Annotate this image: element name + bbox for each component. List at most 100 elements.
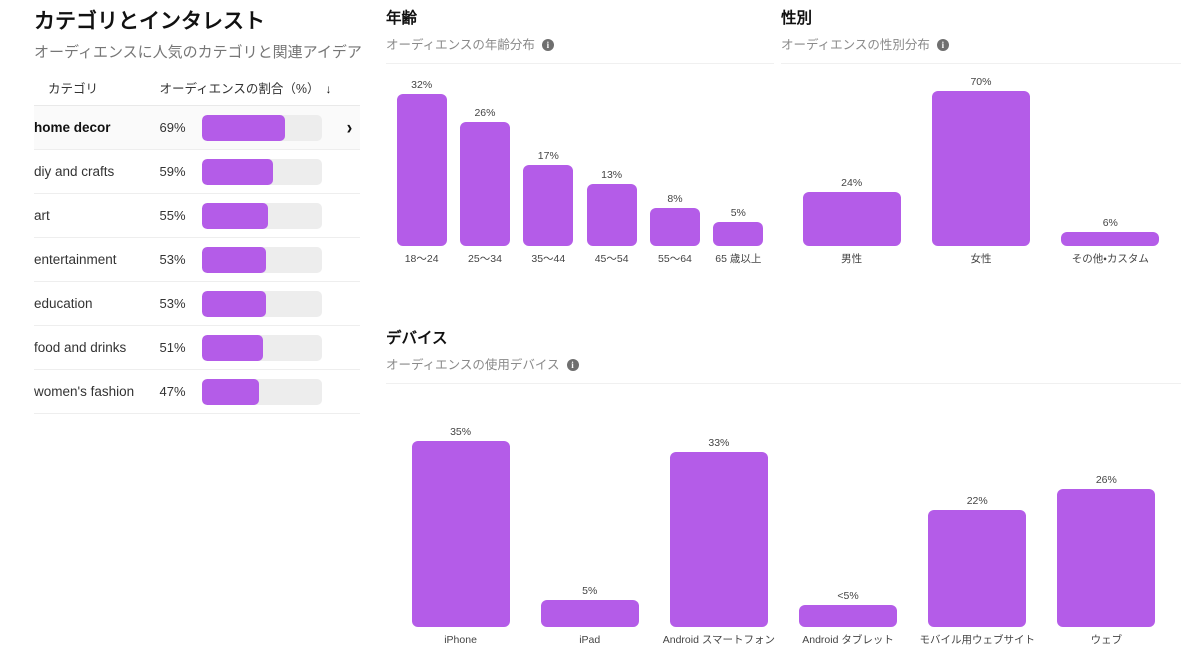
- bar-group: 6% その他・カスタム: [1050, 76, 1170, 266]
- bar-category-label: 65 歳以上: [715, 253, 762, 265]
- category-bar-track: [202, 246, 323, 273]
- table-header-row: カテゴリ オーディエンスの割合（%） ↓: [34, 78, 360, 106]
- bar-value-label: 6%: [1102, 217, 1118, 229]
- bar-rect[interactable]: [540, 600, 639, 627]
- bar-group: 22% モバイル用ウェブサイト: [913, 402, 1041, 647]
- category-bar-fill: [202, 334, 264, 361]
- info-icon[interactable]: i: [541, 39, 554, 51]
- gender-section: 性別 オーディエンスの性別分布 i 24% 男性 70% 女性 6% その他・カスタム: [781, 8, 1181, 266]
- age-section-subtitle-row: オーディエンスの年齢分布 i: [386, 37, 774, 53]
- bar-rect[interactable]: [713, 222, 764, 246]
- device-section-title: デバイス: [386, 330, 448, 347]
- chevron-right-icon[interactable]: ›: [339, 106, 360, 150]
- bar-category-label: 25〜34: [468, 253, 502, 265]
- table-row[interactable]: education 53%: [34, 282, 360, 326]
- bar-group: 24% 男性: [792, 76, 912, 266]
- bar-value-label: 13%: [601, 169, 623, 181]
- bar-value-label: 8%: [667, 193, 683, 205]
- bar-value-label: 5%: [582, 585, 598, 597]
- categories-table-head: カテゴリ オーディエンスの割合（%） ↓: [34, 78, 360, 106]
- column-header-share[interactable]: オーディエンスの割合（%） ↓: [160, 78, 360, 106]
- bar-rect[interactable]: [523, 165, 574, 246]
- gender-section-title: 性別: [781, 10, 813, 27]
- bar-group: 35% iPhone: [397, 402, 525, 647]
- gender-section-subtitle-row: オーディエンスの性別分布 i: [781, 37, 1181, 53]
- category-bar-cell: [202, 150, 339, 194]
- bar-value-label: 26%: [1095, 474, 1117, 486]
- gender-section-subtitle: オーディエンスの性別分布: [781, 38, 930, 52]
- category-name-cell: home decor: [34, 120, 111, 135]
- bar-group: <5% Android タブレット: [784, 402, 912, 647]
- age-section-subtitle: オーディエンスの年齢分布: [386, 38, 535, 52]
- table-row[interactable]: women's fashion 47%: [34, 370, 360, 414]
- bar-rect[interactable]: [586, 184, 637, 246]
- category-bar-cell: [202, 282, 339, 326]
- info-icon[interactable]: i: [566, 359, 579, 371]
- category-bar-cell: [202, 194, 339, 238]
- bar-group: 33% Android スマートフォン: [655, 402, 783, 647]
- chevron-placeholder: [339, 194, 360, 238]
- category-name-cell: education: [34, 296, 93, 311]
- bar-category-label: ウェブ: [1090, 634, 1123, 646]
- category-bar-track: [202, 114, 323, 141]
- category-bar-track: [202, 334, 323, 361]
- column-header-category[interactable]: カテゴリ: [34, 78, 160, 106]
- category-bar-track: [202, 290, 323, 317]
- category-bar-fill: [202, 378, 259, 405]
- bar-rect[interactable]: [802, 192, 901, 246]
- device-section-divider: [386, 383, 1181, 384]
- bar-rect[interactable]: [669, 452, 768, 627]
- device-section-subtitle: オーディエンスの使用デバイス: [386, 358, 560, 372]
- category-bar-fill: [202, 158, 274, 185]
- bar-group: 26% 25〜34: [454, 76, 516, 266]
- table-row[interactable]: diy and crafts 59%: [34, 150, 360, 194]
- bar-rect[interactable]: [411, 441, 510, 627]
- table-row[interactable]: art 55%: [34, 194, 360, 238]
- bar-group: 8% 55〜64: [644, 76, 706, 266]
- bar-category-label: 男性: [841, 253, 863, 265]
- bar-rect[interactable]: [931, 91, 1030, 246]
- bar-value-label: 24%: [841, 177, 863, 189]
- bar-rect[interactable]: [459, 122, 510, 246]
- bar-value-label: 32%: [411, 79, 433, 91]
- bar-rect[interactable]: [1057, 489, 1156, 627]
- category-bar-cell: [202, 238, 339, 282]
- bar-value-label: 70%: [970, 76, 992, 88]
- categories-table: カテゴリ オーディエンスの割合（%） ↓ home decor 69% › diy an…: [34, 78, 360, 414]
- bar-rect[interactable]: [799, 605, 898, 627]
- audience-insights-page: カテゴリとインタレスト オーディエンスに人気のカテゴリと関連アイデア カテゴリ …: [0, 0, 1200, 661]
- bar-category-label: モバイル用ウェブサイト: [919, 634, 1035, 646]
- bar-category-label: Android タブレット: [802, 634, 894, 646]
- bar-category-label: iPhone: [444, 634, 477, 646]
- bar-rect[interactable]: [649, 208, 700, 246]
- table-row[interactable]: home decor 69% ›: [34, 105, 360, 150]
- bar-value-label: 26%: [474, 107, 496, 119]
- chevron-placeholder: [339, 326, 360, 370]
- table-row[interactable]: entertainment 53%: [34, 238, 360, 282]
- chevron-placeholder: [339, 150, 360, 194]
- bar-value-label: <5%: [837, 590, 859, 602]
- category-bar-fill: [202, 202, 269, 229]
- category-bar-cell: [202, 326, 339, 370]
- categories-and-interests-panel: カテゴリとインタレスト オーディエンスに人気のカテゴリと関連アイデア カテゴリ …: [34, 0, 364, 414]
- device-section-subtitle-row: オーディエンスの使用デバイス i: [386, 357, 1181, 373]
- bar-rect[interactable]: [1061, 232, 1160, 246]
- bar-group: 70% 女性: [921, 76, 1041, 266]
- bar-category-label: 55〜64: [658, 253, 692, 265]
- bar-rect[interactable]: [928, 510, 1027, 627]
- sort-descending-icon[interactable]: ↓: [326, 83, 332, 95]
- category-bar-fill: [202, 290, 266, 317]
- bar-rect[interactable]: [396, 94, 447, 246]
- info-icon[interactable]: i: [936, 39, 949, 51]
- category-percent-cell: 53%: [159, 252, 186, 267]
- chevron-placeholder: [339, 238, 360, 282]
- age-section-title: 年齢: [386, 10, 418, 27]
- category-name-cell: food and drinks: [34, 340, 127, 355]
- bar-category-label: Android スマートフォン: [662, 634, 776, 646]
- category-bar-fill: [202, 246, 266, 273]
- category-bar-fill: [202, 114, 286, 141]
- bar-category-label: iPad: [579, 634, 601, 646]
- table-row[interactable]: food and drinks 51%: [34, 326, 360, 370]
- age-section-divider: [386, 63, 774, 64]
- category-name-cell: art: [34, 208, 50, 223]
